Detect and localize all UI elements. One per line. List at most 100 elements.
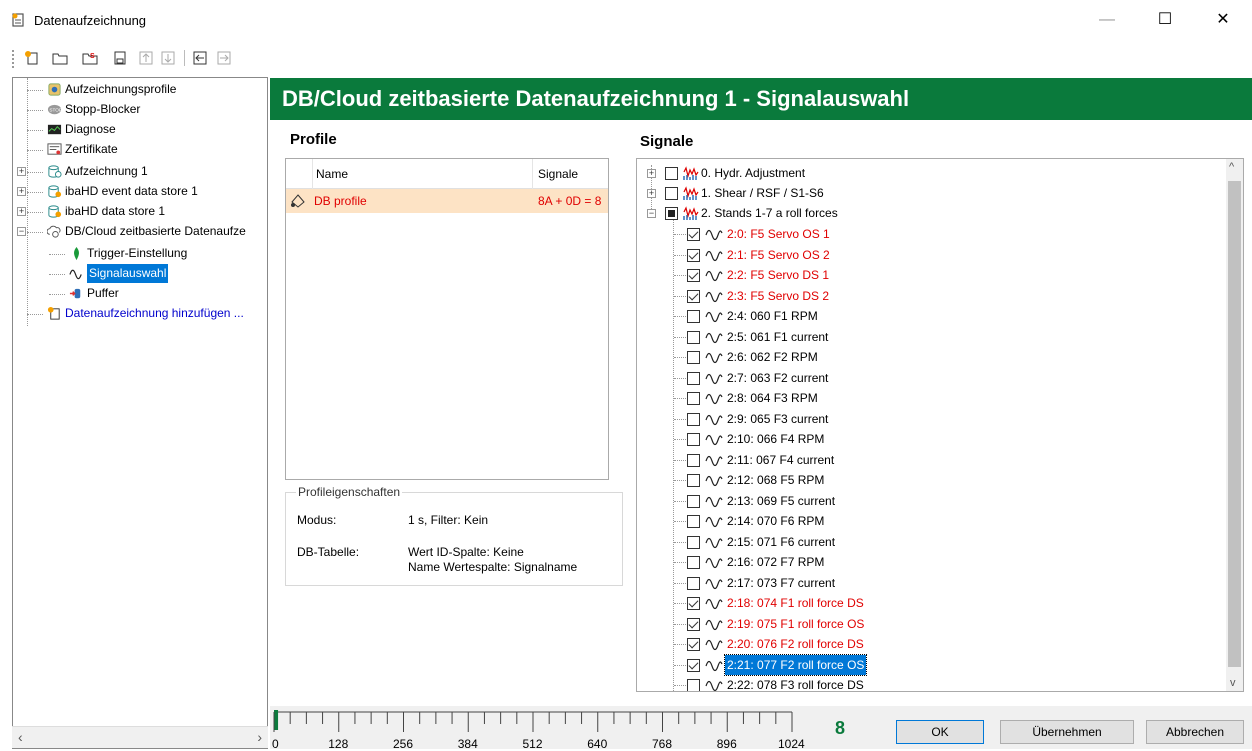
svg-text:S: S: [90, 53, 95, 60]
signal-label: 2:8: 064 F3 RPM: [727, 391, 818, 405]
signal-checkbox[interactable]: [687, 412, 700, 426]
signal-item[interactable]: 2:15: 071 F6 current: [637, 532, 1217, 552]
signal-item[interactable]: 2:17: 073 F7 current: [637, 573, 1217, 593]
export-icon[interactable]: S: [82, 50, 98, 66]
signal-label: 2:10: 066 F4 RPM: [727, 432, 825, 446]
signal-checkbox[interactable]: [687, 535, 700, 549]
signal-item[interactable]: 2:5: 061 F1 current: [637, 327, 1217, 347]
signal-group[interactable]: − 2. Stands 1-7 a roll forces: [637, 203, 1217, 223]
signal-checkbox[interactable]: [687, 228, 700, 241]
apply-button[interactable]: Übernehmen: [1000, 720, 1134, 744]
signal-item[interactable]: 2:11: 067 F4 current: [637, 450, 1217, 470]
signal-checkbox[interactable]: [687, 330, 700, 344]
signal-group[interactable]: +1. Shear / RSF / S1-S6: [637, 183, 1217, 203]
signal-checkbox[interactable]: [687, 638, 700, 651]
tree-connector: [674, 418, 686, 420]
signal-checkbox[interactable]: [687, 474, 700, 487]
signal-item[interactable]: 2:8: 064 F3 RPM: [637, 388, 1217, 408]
expand-icon[interactable]: +: [17, 167, 26, 176]
signal-item[interactable]: 2:13: 069 F5 current: [637, 491, 1217, 511]
group-checkbox[interactable]: [665, 187, 678, 200]
signal-item[interactable]: 2:4: 060 F1 RPM: [637, 306, 1217, 326]
save-icon[interactable]: [112, 50, 128, 66]
ruler-fill: [274, 710, 279, 730]
column-header-signals[interactable]: Signale: [538, 167, 578, 181]
close-button[interactable]: ✕: [1200, 6, 1246, 34]
move-right-icon[interactable]: [216, 50, 232, 66]
signal-checkbox[interactable]: [687, 556, 700, 569]
tree-connector: [27, 172, 43, 173]
signal-checkbox[interactable]: [687, 433, 700, 446]
signal-checkbox[interactable]: [687, 310, 700, 323]
tree-connector: [27, 192, 43, 193]
profiles-icon: [47, 82, 62, 97]
collapse-icon[interactable]: −: [17, 227, 26, 236]
signal-checkbox[interactable]: [687, 453, 700, 467]
signal-checkbox[interactable]: [687, 679, 700, 691]
signal-item[interactable]: 2:2: F5 Servo DS 1: [637, 265, 1217, 285]
signal-item[interactable]: 2:16: 072 F7 RPM: [637, 552, 1217, 572]
profile-row[interactable]: DB profile 8A + 0D = 8: [286, 189, 608, 213]
move-left-icon[interactable]: [192, 50, 208, 66]
tree-horizontal-scrollbar[interactable]: ‹ ›: [12, 726, 268, 748]
signal-item[interactable]: 2:10: 066 F4 RPM: [637, 429, 1217, 449]
move-up-icon[interactable]: [138, 50, 154, 66]
signal-item[interactable]: 2:1: F5 Servo OS 2: [637, 245, 1217, 265]
signal-checkbox[interactable]: [687, 515, 700, 528]
scroll-right-icon[interactable]: ›: [257, 729, 262, 745]
ok-button[interactable]: OK: [896, 720, 984, 744]
signal-checkbox[interactable]: [687, 658, 700, 672]
signal-item[interactable]: 2:22: 078 F3 roll force DS: [637, 675, 1217, 691]
open-folder-icon[interactable]: [52, 50, 68, 66]
group-checkbox[interactable]: [665, 167, 678, 180]
signal-checkbox[interactable]: [687, 617, 700, 631]
tree-connector: [674, 295, 686, 297]
signal-checkbox[interactable]: [687, 392, 700, 405]
signal-item[interactable]: 2:9: 065 F3 current: [637, 409, 1217, 429]
svg-text:STOP: STOP: [49, 107, 62, 112]
signal-checkbox[interactable]: [687, 289, 700, 303]
signal-checkbox[interactable]: [687, 494, 700, 508]
cancel-button[interactable]: Abbrechen: [1146, 720, 1244, 744]
signal-group[interactable]: +0. Hydr. Adjustment: [637, 163, 1217, 183]
expand-icon[interactable]: +: [647, 169, 656, 178]
signal-checkbox[interactable]: [687, 371, 700, 385]
signal-item[interactable]: 2:20: 076 F2 roll force DS: [637, 634, 1217, 654]
signal-item[interactable]: 2:6: 062 F2 RPM: [637, 347, 1217, 367]
tree-item-label: Diagnose: [65, 122, 116, 136]
signal-item[interactable]: 2:18: 074 F1 roll force DS: [637, 593, 1217, 613]
scroll-left-icon[interactable]: ‹: [18, 729, 23, 745]
maximize-button[interactable]: ☐: [1142, 6, 1188, 34]
signal-wave-icon: [705, 309, 723, 323]
signal-item[interactable]: 2:0: F5 Servo OS 1: [637, 224, 1217, 244]
expand-icon[interactable]: +: [17, 207, 26, 216]
scroll-up-icon[interactable]: ^: [1229, 161, 1234, 173]
new-icon[interactable]: [24, 50, 40, 66]
collapse-icon[interactable]: −: [647, 209, 656, 218]
signal-item[interactable]: 2:21: 077 F2 roll force OS: [637, 653, 1217, 676]
signal-item[interactable]: 2:7: 063 F2 current: [637, 368, 1217, 388]
signal-checkbox[interactable]: [687, 351, 700, 364]
profile-name: DB profile: [314, 194, 367, 208]
scrollbar-thumb[interactable]: [1228, 181, 1241, 667]
move-down-icon[interactable]: [160, 50, 176, 66]
tree-connector: [674, 685, 686, 686]
signal-item[interactable]: 2:12: 068 F5 RPM: [637, 470, 1217, 490]
signal-checkbox[interactable]: [687, 248, 700, 262]
expand-icon[interactable]: +: [647, 189, 656, 198]
signal-label: 2:3: F5 Servo DS 2: [727, 288, 830, 303]
signal-item[interactable]: 2:3: F5 Servo DS 2: [637, 286, 1217, 306]
signal-label: 2:15: 071 F6 current: [727, 534, 836, 549]
signal-checkbox[interactable]: [687, 269, 700, 282]
signal-group-icon: [683, 205, 699, 221]
minimize-button[interactable]: —: [1084, 6, 1130, 34]
scroll-down-icon[interactable]: v: [1230, 677, 1236, 689]
signal-checkbox[interactable]: [687, 576, 700, 590]
signal-item[interactable]: 2:14: 070 F6 RPM: [637, 511, 1217, 531]
group-checkbox[interactable]: [665, 207, 678, 220]
signal-item[interactable]: 2:19: 075 F1 roll force OS: [637, 614, 1217, 634]
expand-icon[interactable]: +: [17, 187, 26, 196]
signal-checkbox[interactable]: [687, 597, 700, 610]
signals-vertical-scrollbar[interactable]: ^ v: [1226, 159, 1243, 691]
column-header-name[interactable]: Name: [316, 167, 348, 181]
